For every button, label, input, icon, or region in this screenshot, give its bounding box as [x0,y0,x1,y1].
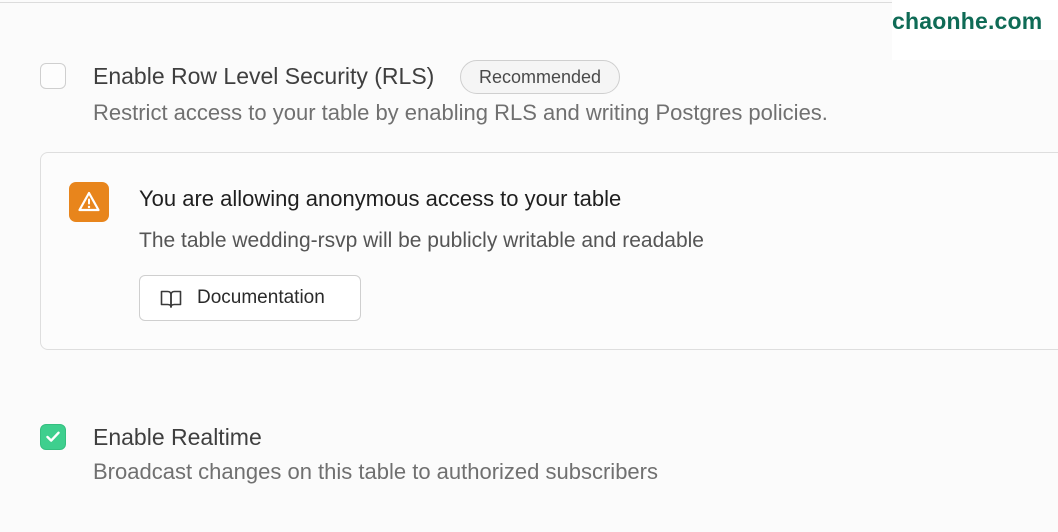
recommended-badge: Recommended [460,60,621,94]
realtime-description: Broadcast changes on this table to autho… [93,459,658,484]
book-icon [160,290,182,308]
anonymous-access-warning: You are allowing anonymous access to you… [40,152,1058,350]
watermark-text: chaonhe.com [892,8,1043,34]
warning-title: You are allowing anonymous access to you… [139,186,622,211]
rls-checkbox[interactable] [40,63,66,89]
warning-triangle-icon [69,182,109,222]
watermark: chaonhe.com [892,0,1058,60]
rls-description: Restrict access to your table by enablin… [93,100,828,125]
checkmark-icon [46,431,60,442]
warning-body: The table wedding-rsvp will be publicly … [139,229,704,252]
realtime-title: Enable Realtime [93,424,262,450]
realtime-checkbox[interactable] [40,424,66,450]
documentation-label: Documentation [197,287,325,308]
rls-title: Enable Row Level Security (RLS) [93,63,435,89]
documentation-button[interactable]: Documentation [139,275,361,321]
